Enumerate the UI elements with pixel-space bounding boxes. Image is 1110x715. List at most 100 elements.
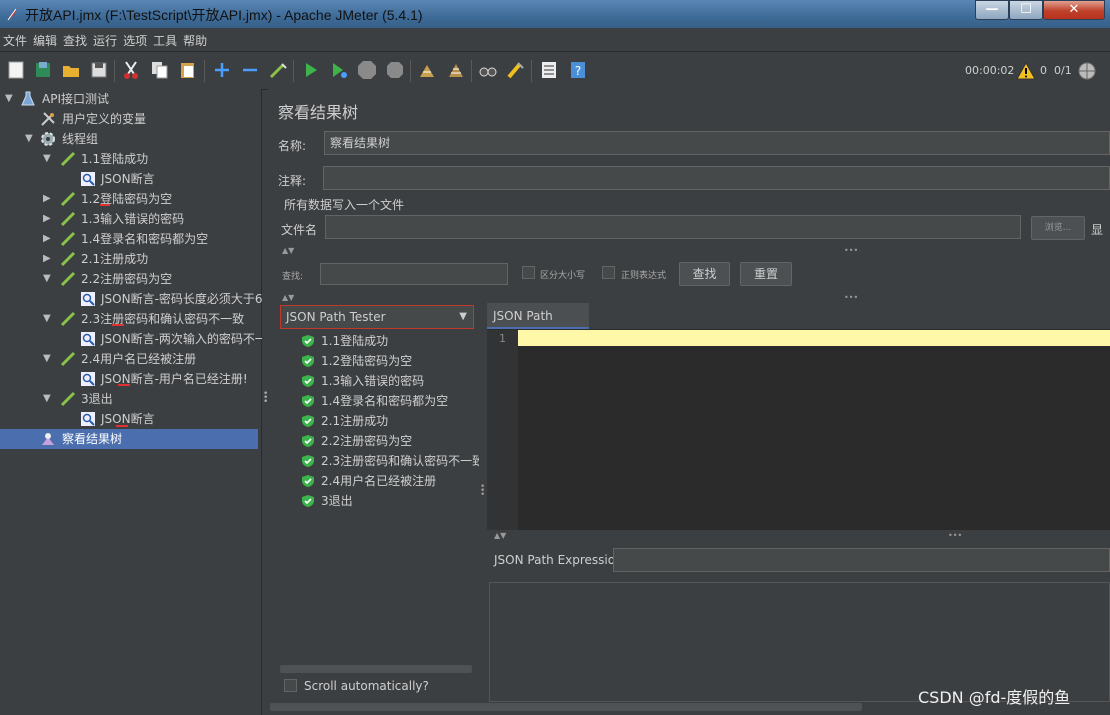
result-label: 1.4登录名和密码都为空 <box>321 394 449 408</box>
remote-icon[interactable] <box>1077 61 1097 81</box>
tree-node-sampler[interactable]: ▼ 2.3注册密码和确认密码不一致 <box>0 309 262 329</box>
menu-run[interactable]: 运行 <box>90 28 120 54</box>
collapse-arrows-icon[interactable]: ▲▼ <box>494 532 506 540</box>
horizontal-scrollbar[interactable] <box>280 665 472 673</box>
menu-edit[interactable]: 编辑 <box>30 28 60 54</box>
collapse-arrows-icon[interactable]: ▲▼ <box>282 247 294 255</box>
minimize-button[interactable]: — <box>975 0 1009 20</box>
splitter-handle[interactable]: ••• <box>948 532 962 540</box>
expand-arrow-icon[interactable]: ▶ <box>43 229 53 249</box>
tree-node-sampler[interactable]: ▼ 3退出 <box>0 389 262 409</box>
scroll-automatically-checkbox[interactable] <box>284 679 297 692</box>
response-editor[interactable]: 1 <box>487 330 1110 530</box>
collapse-arrow-icon[interactable]: ▼ <box>43 149 53 169</box>
tree-node-label: 线程组 <box>62 132 99 146</box>
clear-all-icon[interactable] <box>446 60 466 80</box>
magnifier-icon <box>81 292 95 306</box>
tree-node-assertion[interactable]: JSON断言-用户名已经注册! <box>0 369 262 389</box>
result-item[interactable]: 2.3注册密码和确认密码不一致 <box>301 451 479 471</box>
splitter-handle[interactable]: ••• <box>480 483 485 500</box>
name-field[interactable]: 察看结果树 <box>324 131 1110 155</box>
expand-arrow-icon[interactable]: ▶ <box>43 209 53 229</box>
collapse-arrow-icon[interactable]: ▼ <box>43 269 53 289</box>
tree-node-sampler[interactable]: ▶ 1.4登录名和密码都为空 <box>0 229 262 249</box>
start-icon[interactable] <box>301 60 321 80</box>
menu-tools[interactable]: 工具 <box>150 28 180 54</box>
toolbar-separator <box>410 60 411 82</box>
regex-checkbox[interactable] <box>602 266 615 279</box>
reset-button[interactable]: 重置 <box>740 262 792 286</box>
splitter-handle[interactable]: ••• <box>844 294 858 302</box>
tree-node-sampler[interactable]: ▶ 1.3输入错误的密码 <box>0 209 262 229</box>
json-path-expression-input[interactable] <box>613 548 1110 572</box>
start-no-pause-icon[interactable] <box>329 60 349 80</box>
function-helper-icon[interactable] <box>539 60 559 80</box>
splitter-handle[interactable]: ••• <box>263 390 268 407</box>
collapse-icon[interactable] <box>240 60 260 80</box>
warning-count: 0 <box>1040 64 1047 77</box>
bottom-scrollbar[interactable] <box>270 703 862 711</box>
menu-help[interactable]: 帮助 <box>180 28 210 54</box>
collapse-arrow-icon[interactable]: ▼ <box>43 309 53 329</box>
expand-arrow-icon[interactable]: ▶ <box>43 249 53 269</box>
collapse-arrow-icon[interactable]: ▼ <box>25 129 35 149</box>
tree-node-results-tree[interactable]: 察看结果树 <box>0 429 258 449</box>
splitter-handle[interactable]: ••• <box>844 247 858 255</box>
open-icon[interactable] <box>61 60 81 80</box>
renderer-select[interactable]: JSON Path Tester ▼ <box>280 305 474 329</box>
success-shield-icon <box>302 455 314 467</box>
clear-icon[interactable] <box>417 60 437 80</box>
menu-options[interactable]: 选项 <box>120 28 150 54</box>
vertical-splitter[interactable] <box>479 303 487 699</box>
filename-field[interactable] <box>325 215 1021 239</box>
tree-node-sampler[interactable]: ▶ 2.1注册成功 <box>0 249 262 269</box>
close-button[interactable]: ✕ <box>1043 0 1105 20</box>
tree-node-user-vars[interactable]: 用户定义的变量 <box>0 109 262 129</box>
search-input[interactable] <box>320 263 508 285</box>
help-icon[interactable]: ? <box>568 60 588 80</box>
find-button[interactable]: 查找 <box>679 262 730 286</box>
gear-icon <box>41 132 55 146</box>
search-icon[interactable] <box>478 60 498 80</box>
tree-node-assertion[interactable]: JSON断言-两次输入的密码不一致 <box>0 329 262 349</box>
tree-node-sampler[interactable]: ▶ 1.2登陆密码为空 <box>0 189 262 209</box>
menu-search[interactable]: 查找 <box>60 28 90 54</box>
tree-node-label: 1.1登陆成功 <box>81 152 149 166</box>
tree-node-assertion[interactable]: JSON断言 <box>0 409 262 429</box>
tree-node-sampler[interactable]: ▼ 2.2注册密码为空 <box>0 269 262 289</box>
warning-icon[interactable] <box>1016 61 1036 81</box>
comment-field[interactable] <box>323 166 1110 190</box>
tree-node-sampler[interactable]: ▼ 2.4用户名已经被注册 <box>0 349 262 369</box>
save-icon[interactable] <box>89 60 109 80</box>
tree-node-test-plan[interactable]: ▼ API接口测试 <box>0 89 262 109</box>
maximize-button[interactable]: ☐ <box>1009 0 1043 20</box>
expand-arrow-icon[interactable]: ▶ <box>43 189 53 209</box>
stop-icon[interactable] <box>357 60 377 80</box>
tree-node-thread-group[interactable]: ▼ 线程组 <box>0 129 262 149</box>
paste-icon[interactable] <box>178 60 198 80</box>
copy-icon[interactable] <box>150 60 170 80</box>
expand-icon[interactable] <box>212 60 232 80</box>
tree-node-sampler[interactable]: ▼ 1.1登陆成功 <box>0 149 262 169</box>
tab-json-path-tester[interactable]: JSON Path Tester <box>487 303 589 349</box>
magnifier-icon <box>81 172 95 186</box>
new-icon[interactable] <box>6 60 26 80</box>
case-sensitive-checkbox[interactable] <box>522 266 535 279</box>
pen-icon <box>60 351 76 367</box>
tree-node-assertion[interactable]: JSON断言-密码长度必须大于6 <box>0 289 262 309</box>
browse-button[interactable]: 浏览... <box>1031 216 1085 240</box>
svg-text:?: ? <box>575 64 581 78</box>
toggle-icon[interactable] <box>268 60 288 80</box>
shutdown-icon[interactable] <box>385 60 405 80</box>
collapse-arrows-icon[interactable]: ▲▼ <box>282 294 294 302</box>
annotation-mark <box>118 384 130 386</box>
collapse-arrow-icon[interactable]: ▼ <box>43 389 53 409</box>
collapse-arrow-icon[interactable]: ▼ <box>5 89 15 109</box>
reset-search-icon[interactable] <box>506 60 526 80</box>
templates-icon[interactable] <box>33 60 53 80</box>
collapse-arrow-icon[interactable]: ▼ <box>43 349 53 369</box>
tree-node-assertion[interactable]: JSON断言 <box>0 169 262 189</box>
menu-file[interactable]: 文件 <box>0 28 30 54</box>
result-label: 2.2注册密码为空 <box>321 434 413 448</box>
cut-icon[interactable] <box>121 60 141 80</box>
